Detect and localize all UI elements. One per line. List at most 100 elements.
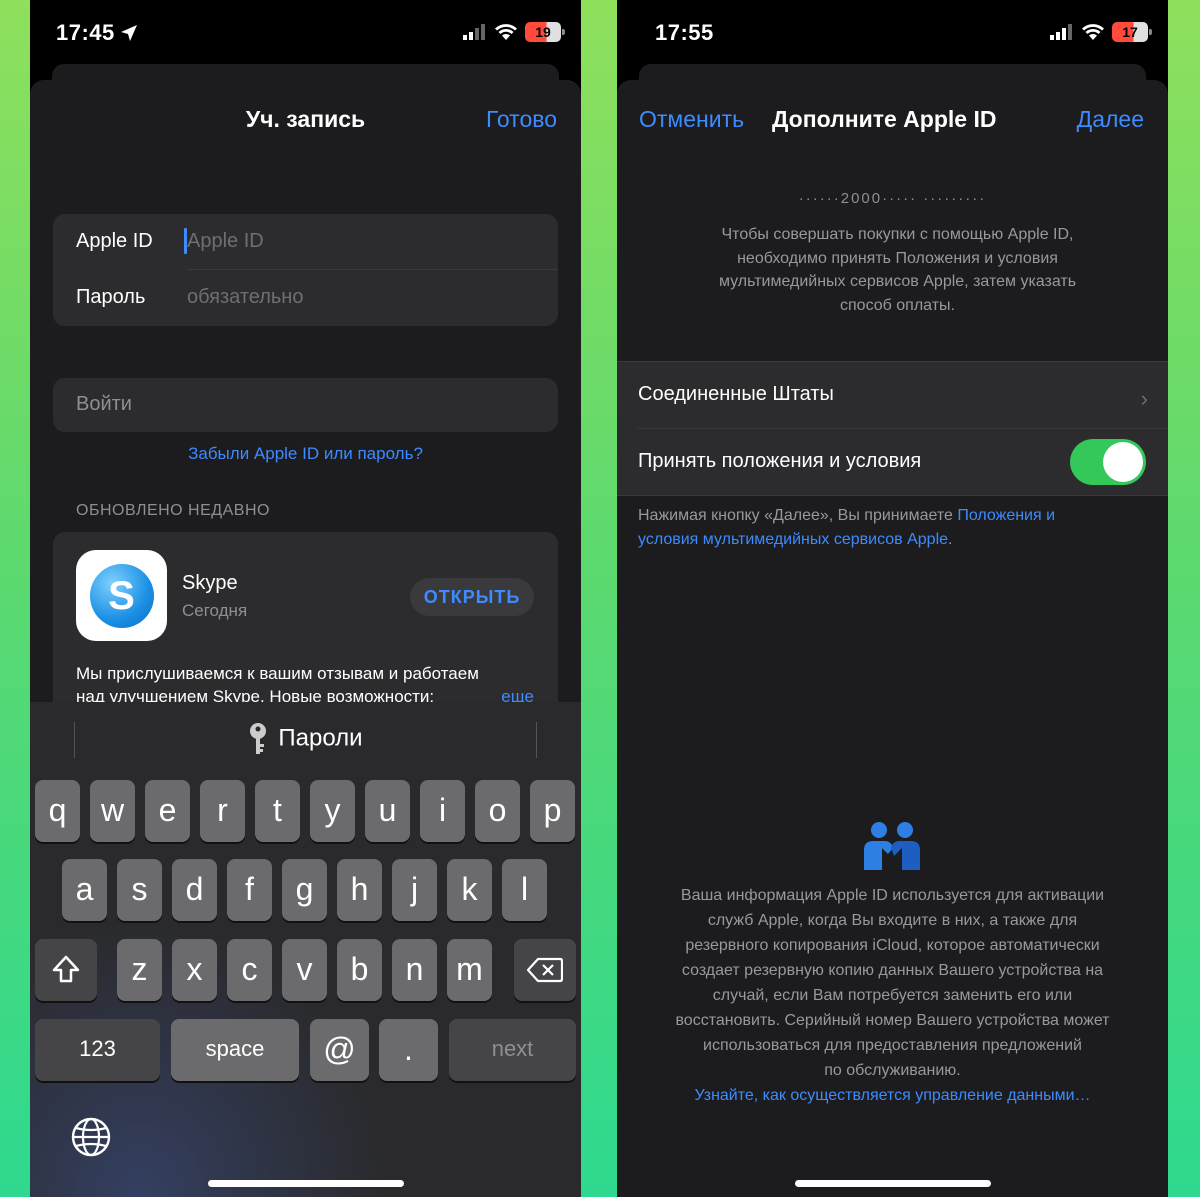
key-p[interactable]: p	[530, 780, 575, 842]
key-t[interactable]: t	[255, 780, 300, 842]
skype-app-icon[interactable]: S	[76, 550, 167, 641]
keyboard: Пароли q w e r t y u i o p a s d f g h j…	[30, 702, 581, 1197]
status-bar: 17:55 17	[617, 0, 1168, 66]
right-phone-screen: 17:55 17 Отменить Дополните Apple ID Дал…	[617, 0, 1168, 1197]
chevron-right-icon: ›	[1140, 386, 1148, 411]
backspace-icon	[526, 957, 564, 983]
skype-logo-icon: S	[89, 563, 154, 628]
keyboard-suggestion-bar: Пароли	[30, 702, 581, 778]
key-i[interactable]: i	[420, 780, 465, 842]
footnote-text: Нажимая кнопку «Далее», Вы принимаете	[638, 507, 958, 524]
key-y[interactable]: y	[310, 780, 355, 842]
shift-key[interactable]	[35, 939, 97, 1001]
key-k[interactable]: k	[447, 859, 492, 921]
key-u[interactable]: u	[365, 780, 410, 842]
accept-terms-toggle[interactable]	[1070, 439, 1146, 485]
status-time: 17:55	[655, 20, 714, 45]
privacy-line: по обслуживанию.	[824, 1062, 961, 1079]
page-title: Дополните Apple ID	[772, 106, 997, 132]
key-f[interactable]: f	[227, 859, 272, 921]
toggle-knob	[1103, 442, 1143, 482]
key-e[interactable]: e	[145, 780, 190, 842]
terms-footnote: Нажимая кнопку «Далее», Вы принимаете По…	[638, 504, 1108, 551]
key-v[interactable]: v	[282, 939, 327, 1001]
country-label: Соединенные Штаты	[638, 383, 834, 405]
key-l[interactable]: l	[502, 859, 547, 921]
account-email: ······2000····· ·········	[798, 190, 987, 207]
key-m[interactable]: m	[447, 939, 492, 1001]
key-x[interactable]: x	[172, 939, 217, 1001]
apple-id-label: Apple ID	[76, 230, 153, 252]
wifi-icon	[1082, 24, 1104, 40]
privacy-line: резервного копирования iCloud, которое а…	[685, 937, 1100, 954]
key-q[interactable]: q	[35, 780, 80, 842]
key-o[interactable]: o	[475, 780, 520, 842]
cancel-button[interactable]: Отменить	[639, 106, 744, 133]
complete-apple-id-sheet: Отменить Дополните Apple ID Далее ······…	[617, 80, 1168, 1197]
key-g[interactable]: g	[282, 859, 327, 921]
key-h[interactable]: h	[337, 859, 382, 921]
sign-in-label: Войти	[76, 393, 132, 415]
key-a[interactable]: a	[62, 859, 107, 921]
dot-key[interactable]: .	[379, 1019, 438, 1081]
people-handshake-icon	[864, 822, 920, 870]
key-n[interactable]: n	[392, 939, 437, 1001]
footnote-end: .	[948, 530, 953, 548]
home-indicator[interactable]	[207, 1180, 404, 1187]
key-c[interactable]: c	[227, 939, 272, 1001]
apple-id-input[interactable]: Apple ID	[187, 230, 264, 253]
key-z[interactable]: z	[117, 939, 162, 1001]
battery-indicator: 19	[525, 22, 565, 42]
key-w[interactable]: w	[90, 780, 135, 842]
next-button[interactable]: Далее	[1077, 106, 1144, 133]
open-app-button[interactable]: ОТКРЫТЬ	[410, 578, 534, 616]
key-b[interactable]: b	[337, 939, 382, 1001]
intro-text: Чтобы совершать покупки с помощью Apple …	[718, 226, 1077, 314]
key-r[interactable]: r	[200, 780, 245, 842]
forgot-password-link[interactable]: Забыли Apple ID или пароль?	[30, 444, 581, 464]
status-bar: 17:45 19	[30, 0, 581, 66]
country-row[interactable]: Соединенные Штаты ›	[617, 362, 1168, 428]
status-time: 17:45	[56, 20, 115, 45]
at-key[interactable]: @	[310, 1019, 369, 1081]
wifi-icon	[495, 24, 517, 40]
data-management-link[interactable]: Узнайте, как осуществляется управление д…	[617, 1083, 1168, 1108]
credentials-group: Apple ID Apple ID Пароль обязательно	[53, 214, 558, 326]
privacy-line: восстановить. Серийный номер Вашего устр…	[675, 1012, 1110, 1029]
battery-indicator: 17	[1112, 22, 1152, 42]
backspace-key[interactable]	[514, 939, 576, 1001]
key-icon	[250, 723, 267, 754]
passwords-suggestion[interactable]: Пароли	[30, 722, 581, 756]
next-key[interactable]: next	[449, 1019, 576, 1081]
done-button[interactable]: Готово	[486, 106, 557, 133]
sign-in-button[interactable]: Войти	[53, 378, 558, 432]
settings-list: Соединенные Штаты › Принять положения и …	[617, 361, 1168, 496]
password-input[interactable]: обязательно	[187, 286, 303, 309]
accept-terms-row: Принять положения и условия	[617, 429, 1168, 495]
location-arrow-icon	[121, 25, 137, 41]
privacy-line: использоваться для предоставления предло…	[703, 1037, 1082, 1054]
key-d[interactable]: d	[172, 859, 217, 921]
privacy-line: случай, если Вам потребуется заменить ег…	[712, 987, 1073, 1004]
apple-id-field[interactable]: Apple ID Apple ID	[53, 214, 558, 270]
key-s[interactable]: s	[117, 859, 162, 921]
privacy-line: служб Apple, когда Вы входите в них, а т…	[707, 912, 1078, 929]
password-field[interactable]: Пароль обязательно	[53, 270, 558, 326]
left-phone-screen: 17:45 19 Уч. запись Готово Apple ID Appl…	[30, 0, 581, 1197]
release-notes-line1: Мы прислушиваемся к вашим отзывам и рабо…	[76, 664, 479, 683]
space-key[interactable]: space	[171, 1019, 299, 1081]
key-j[interactable]: j	[392, 859, 437, 921]
privacy-line: Ваша информация Apple ID используется дл…	[680, 887, 1105, 904]
numbers-key[interactable]: 123	[35, 1019, 160, 1081]
password-label: Пароль	[76, 286, 146, 308]
app-date: Сегодня	[182, 601, 248, 620]
recent-header: ОБНОВЛЕНО НЕДАВНО	[76, 502, 270, 519]
privacy-text: Ваша информация Apple ID используется дл…	[617, 883, 1168, 1108]
passwords-label: Пароли	[278, 724, 363, 752]
shift-icon	[52, 955, 80, 983]
home-indicator[interactable]	[794, 1180, 991, 1187]
accept-terms-label: Принять положения и условия	[638, 450, 922, 472]
app-name: Skype	[182, 572, 238, 594]
globe-icon[interactable]	[70, 1116, 112, 1158]
cellular-signal-icon	[1050, 24, 1072, 40]
